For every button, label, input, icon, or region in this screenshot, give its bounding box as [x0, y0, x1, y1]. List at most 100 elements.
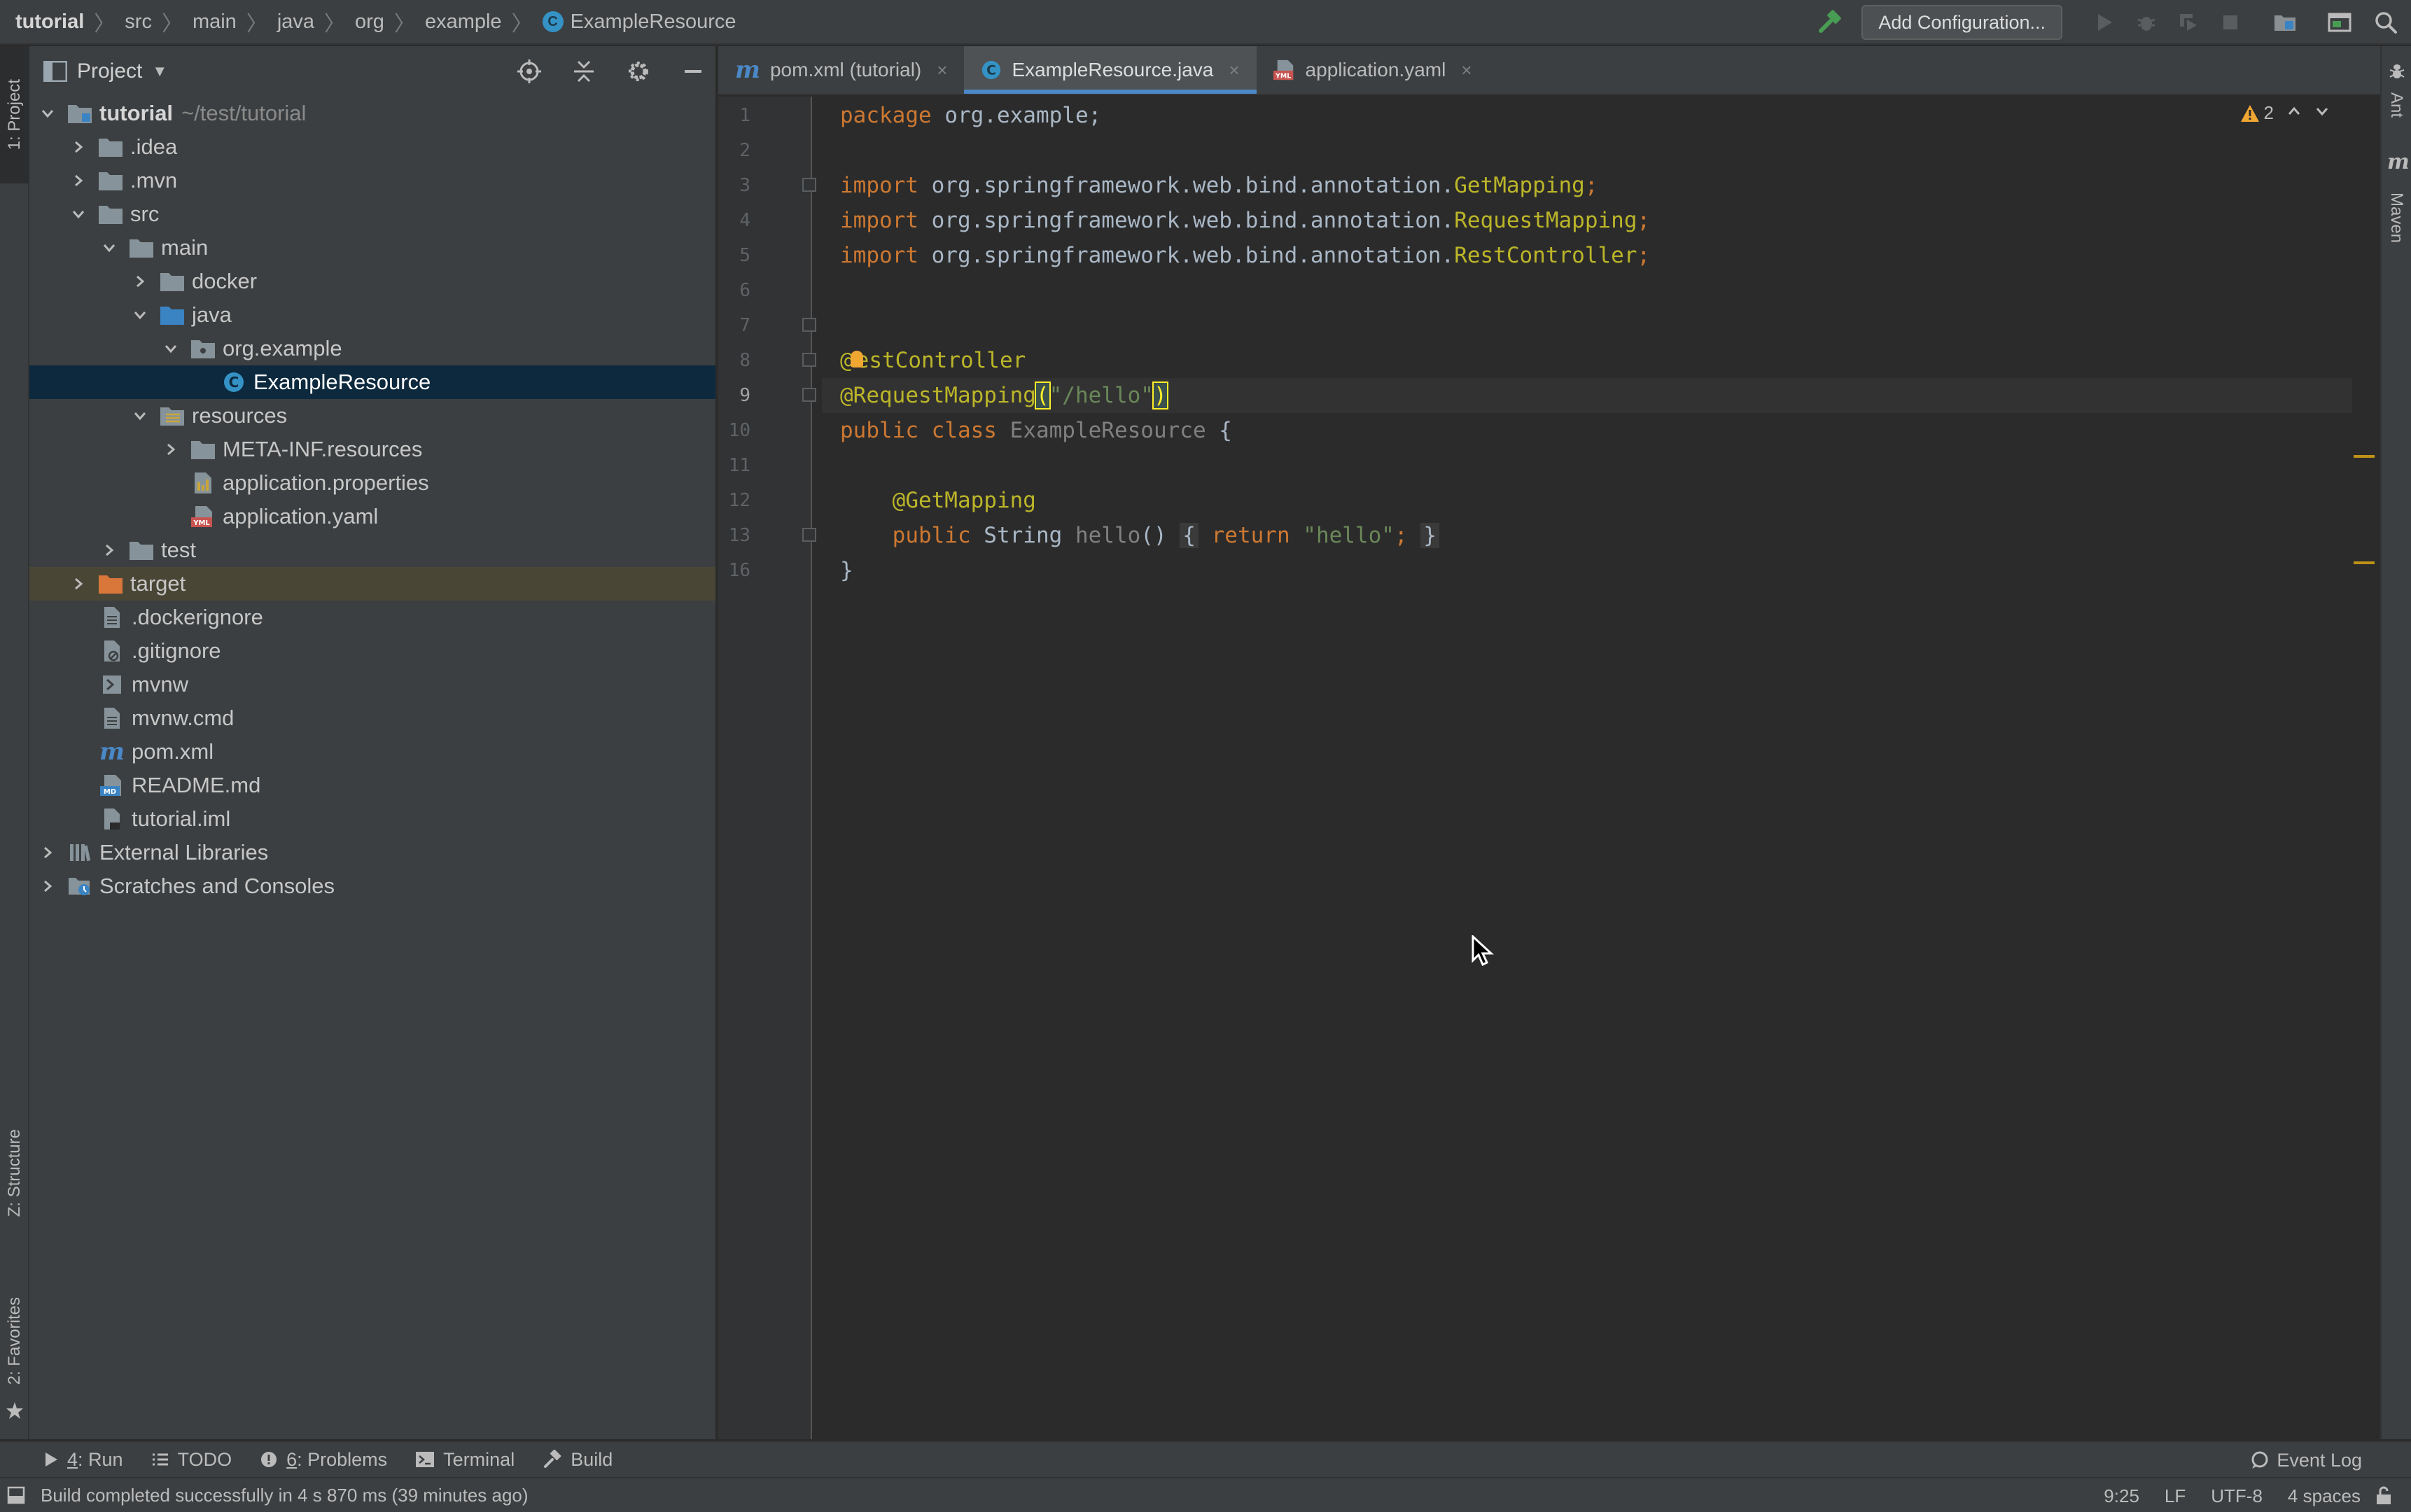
stop-icon[interactable]	[2215, 7, 2246, 38]
chevron-right-icon[interactable]	[70, 172, 87, 189]
minimize-icon[interactable]	[678, 56, 708, 87]
chevron-down-icon[interactable]	[101, 239, 118, 256]
breadcrumb-item-java[interactable]: java	[277, 10, 314, 34]
build-tool-button[interactable]: Build	[543, 1449, 613, 1471]
maven-tool-tab[interactable]: Maven	[2382, 179, 2411, 256]
folded-region[interactable]: {	[1180, 523, 1198, 548]
tree-item-src[interactable]: src	[29, 197, 715, 231]
presentation-icon[interactable]	[2324, 7, 2355, 38]
tree-item-gitignore[interactable]: .gitignore	[29, 634, 715, 668]
fold-marker-icon[interactable]	[802, 178, 816, 192]
chevron-right-icon[interactable]	[101, 542, 118, 559]
event-log-button[interactable]: Event Log	[2250, 1442, 2362, 1478]
tree-item-java[interactable]: java	[29, 298, 715, 332]
chevron-down-icon[interactable]	[2314, 102, 2330, 124]
chevron-down-icon[interactable]	[39, 105, 56, 122]
code-editor[interactable]: 1 2 3 4 5 6 7 8 9 10 11 12 13 16 package…	[718, 97, 2380, 1439]
tab-pom-xml[interactable]: m pom.xml (tutorial) ×	[718, 46, 964, 94]
chevron-right-icon[interactable]	[39, 844, 56, 861]
tree-item-scratches-and-consoles[interactable]: Scratches and Consoles	[29, 869, 715, 903]
tree-item-idea[interactable]: .idea	[29, 130, 715, 164]
chevron-right-icon[interactable]	[132, 273, 148, 290]
project-structure-icon[interactable]	[2270, 7, 2300, 38]
warning-stripe-marker[interactable]	[2354, 455, 2375, 458]
breadcrumb-item-org[interactable]: org	[355, 10, 384, 34]
folded-region[interactable]: }	[1420, 523, 1439, 548]
chevron-right-icon[interactable]	[39, 878, 56, 895]
editor-tab-bar: m pom.xml (tutorial) × C ExampleResource…	[718, 46, 2380, 95]
fold-marker-icon[interactable]	[802, 528, 816, 542]
breadcrumb-item-exampleresource[interactable]: C ExampleResource	[542, 10, 736, 34]
breadcrumb-item-src[interactable]: src	[125, 10, 152, 34]
tree-item-main[interactable]: main	[29, 231, 715, 265]
file-encoding[interactable]: UTF-8	[2211, 1485, 2263, 1507]
status-message[interactable]: Build completed successfully in 4 s 870 …	[41, 1485, 529, 1506]
chevron-down-icon[interactable]	[132, 407, 148, 424]
caret-position[interactable]: 9:25	[2104, 1485, 2139, 1507]
fold-marker-icon[interactable]	[802, 388, 816, 402]
search-icon[interactable]	[2370, 7, 2401, 38]
gear-icon[interactable]	[623, 56, 654, 87]
fold-marker-icon[interactable]	[802, 353, 816, 367]
tree-item-exampleresource[interactable]: C ExampleResource	[29, 365, 715, 399]
project-panel-title[interactable]: Project	[77, 59, 142, 83]
tree-item-docker[interactable]: docker	[29, 265, 715, 298]
chevron-up-icon[interactable]	[2286, 102, 2302, 124]
tree-item-test[interactable]: test	[29, 533, 715, 567]
chevron-right-icon[interactable]	[70, 575, 87, 592]
problems-tool-button[interactable]: 6: Problems	[260, 1449, 387, 1471]
toggle-tool-windows-icon[interactable]	[7, 1486, 25, 1504]
tree-item-org-example[interactable]: org.example	[29, 332, 715, 365]
run-with-coverage-icon[interactable]	[2173, 7, 2204, 38]
breadcrumb-item-main[interactable]: main	[193, 10, 237, 34]
tree-item-meta-inf-resources[interactable]: META-INF.resources	[29, 433, 715, 466]
lightbulb-icon[interactable]	[850, 351, 863, 368]
ant-tool-tab[interactable]: Ant	[2382, 84, 2411, 126]
run-tool-button[interactable]: 4: Run	[43, 1449, 123, 1471]
tree-item-dockerignore[interactable]: .dockerignore	[29, 601, 715, 634]
chevron-right-icon[interactable]	[70, 139, 87, 155]
close-icon[interactable]: ×	[1229, 59, 1239, 81]
chevron-down-icon[interactable]	[162, 340, 179, 357]
tree-item-target[interactable]: target	[29, 567, 715, 601]
tree-item-pom-xml[interactable]: m pom.xml	[29, 735, 715, 769]
locate-crosshair-icon[interactable]	[514, 56, 545, 87]
line-separator[interactable]: LF	[2165, 1485, 2186, 1507]
tree-item-external-libraries[interactable]: External Libraries	[29, 836, 715, 869]
tree-item-application-properties[interactable]: application.properties	[29, 466, 715, 500]
warning-stripe-marker[interactable]	[2354, 561, 2375, 564]
collapse-all-icon[interactable]	[568, 56, 599, 87]
chevron-right-icon[interactable]	[162, 441, 179, 458]
inspection-widget[interactable]: 2	[2240, 102, 2330, 124]
breadcrumb-item-example[interactable]: example	[425, 10, 502, 34]
todo-tool-button[interactable]: TODO	[151, 1449, 232, 1471]
tree-item-mvn[interactable]: .mvn	[29, 164, 715, 197]
run-icon[interactable]	[2089, 7, 2120, 38]
fold-marker-icon[interactable]	[802, 318, 816, 332]
close-icon[interactable]: ×	[937, 59, 947, 81]
tree-item-readme-md[interactable]: MD README.md	[29, 769, 715, 802]
keyword: return	[1211, 523, 1290, 548]
tab-application-yaml[interactable]: YML application.yaml ×	[1257, 46, 1489, 94]
tree-item-mvnw-cmd[interactable]: mvnw.cmd	[29, 701, 715, 735]
tree-item-application-yaml[interactable]: YML application.yaml	[29, 500, 715, 533]
close-icon[interactable]: ×	[1461, 59, 1472, 81]
project-tool-tab[interactable]: 1: Project	[0, 46, 29, 183]
lock-icon[interactable]	[2375, 1486, 2393, 1506]
chevron-down-icon[interactable]	[132, 307, 148, 323]
chevron-down-icon[interactable]	[70, 206, 87, 223]
tree-item-tutorial-iml[interactable]: tutorial.iml	[29, 802, 715, 836]
tree-item-resources[interactable]: resources	[29, 399, 715, 433]
structure-tool-tab[interactable]: Z: Structure	[0, 1110, 29, 1236]
favorites-tool-tab[interactable]: 2: Favorites	[0, 1278, 29, 1404]
debug-icon[interactable]	[2131, 7, 2162, 38]
tree-item-tutorial[interactable]: tutorial ~/test/tutorial	[29, 97, 715, 130]
breadcrumb-item-tutorial[interactable]: tutorial	[15, 10, 84, 34]
terminal-tool-button[interactable]: Terminal	[415, 1449, 515, 1471]
indent-setting[interactable]: 4 spaces	[2288, 1485, 2361, 1507]
add-configuration-button[interactable]: Add Configuration...	[1861, 5, 2062, 40]
tab-exampleresource-java[interactable]: C ExampleResource.java ×	[964, 46, 1257, 94]
chevron-down-icon[interactable]: ▼	[152, 62, 167, 80]
tree-item-mvnw[interactable]: mvnw	[29, 668, 715, 701]
build-hammer-icon[interactable]	[1814, 7, 1845, 38]
